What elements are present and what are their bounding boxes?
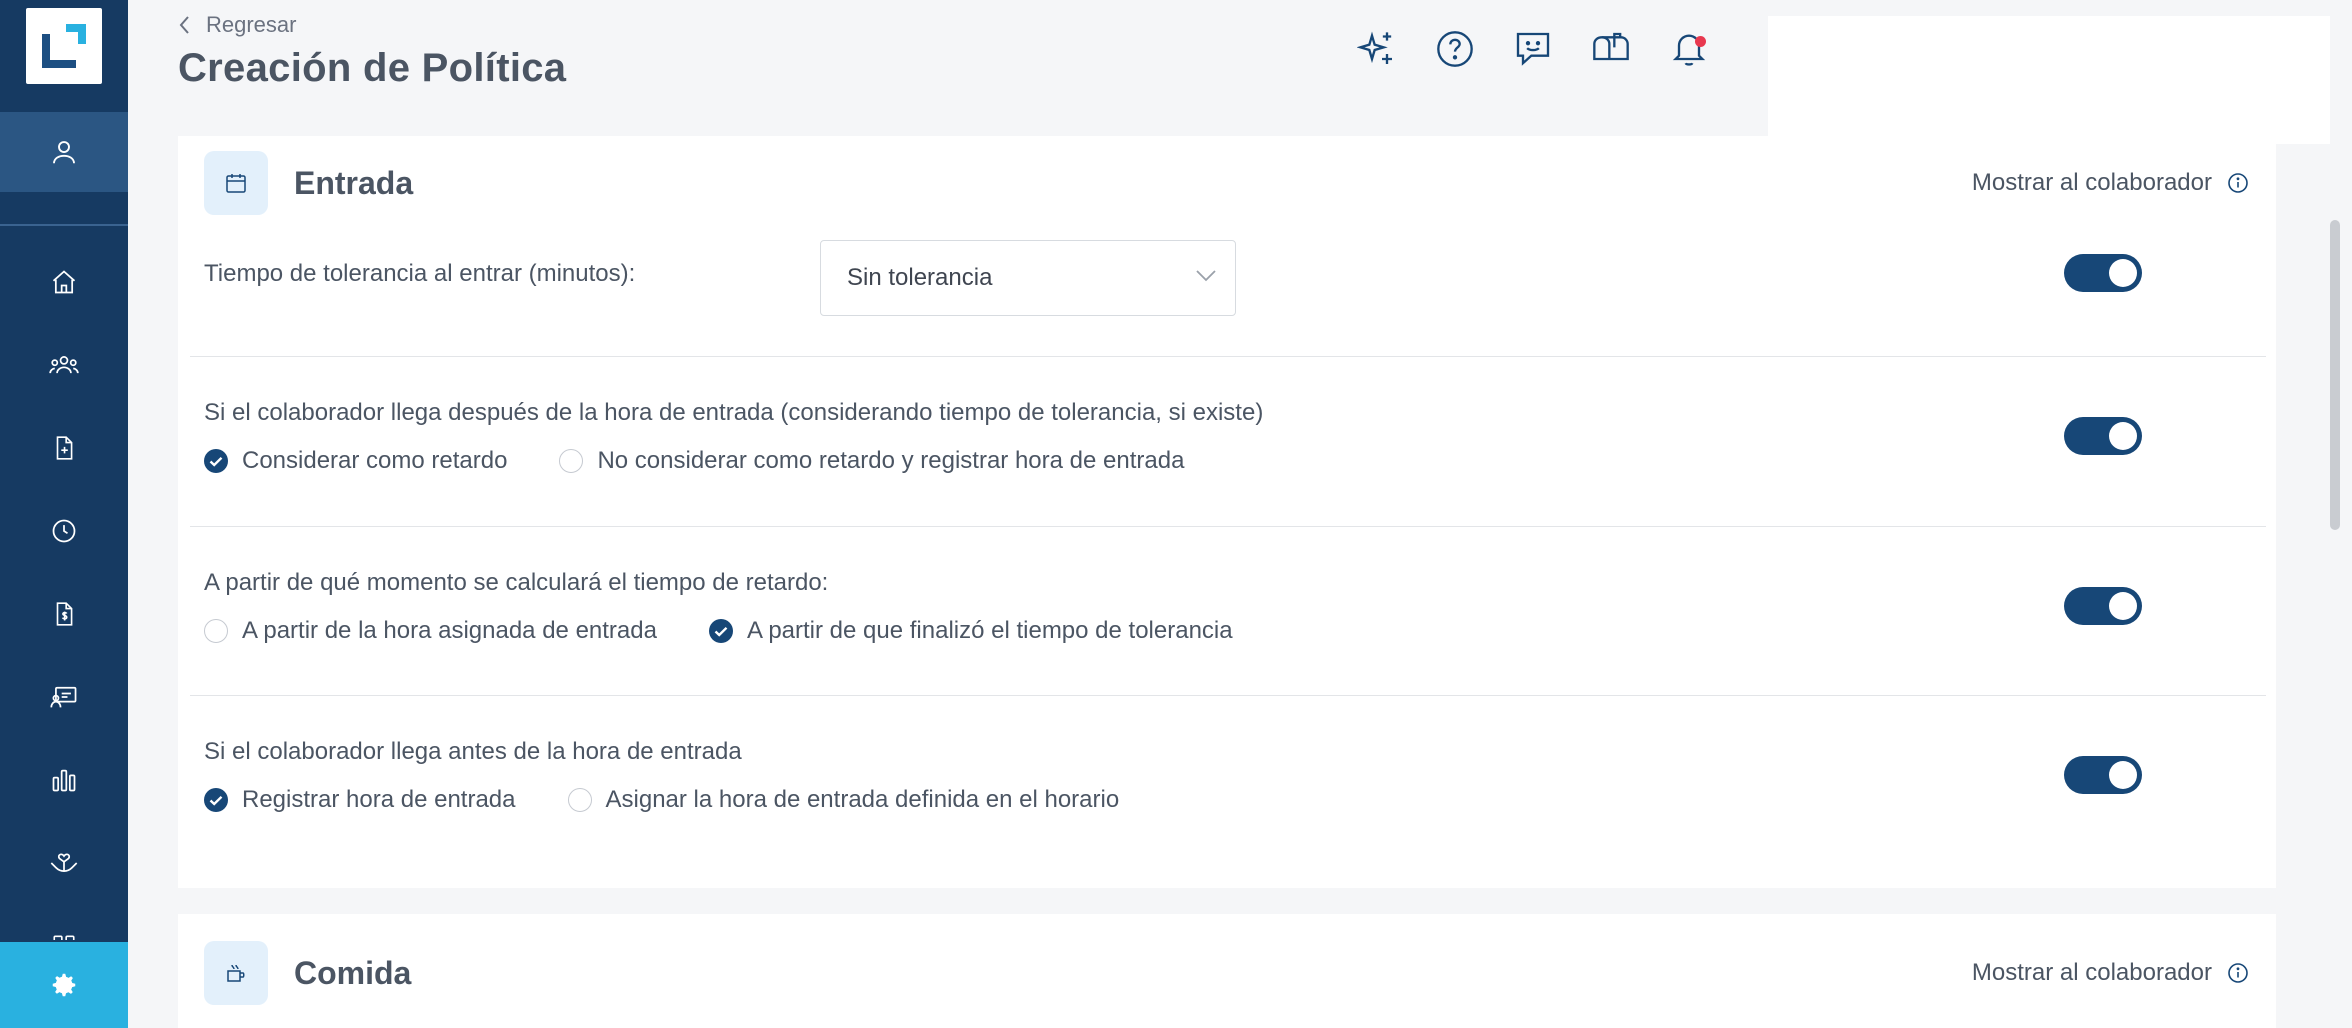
app-logo[interactable] — [26, 8, 102, 84]
sidebar-item-reports[interactable] — [0, 738, 128, 821]
section-comida: Comida Mostrar al colaborador — [178, 914, 2276, 1028]
show-to-collaborator: Mostrar al colaborador — [1972, 959, 2250, 987]
row-late-calc: A partir de qué momento se calculará el … — [190, 526, 2266, 695]
radio-unchecked[interactable] — [559, 449, 584, 473]
option-label: Registrar hora de entrada — [242, 786, 516, 813]
toggle-knob — [2109, 592, 2137, 620]
section-entrada: Entrada Mostrar al colaborador Tiempo de… — [178, 136, 2276, 888]
tolerance-label: Tiempo de tolerancia al entrar (minutos)… — [204, 260, 636, 287]
late-calc-options: A partir de la hora asignada de entrada … — [204, 617, 1233, 645]
team-icon — [49, 355, 79, 373]
sidebar-item-home[interactable] — [0, 240, 128, 323]
option-register-entry[interactable]: Registrar hora de entrada — [204, 786, 516, 814]
radio-unchecked[interactable] — [204, 619, 228, 643]
option-label: A partir de la hora asignada de entrada — [242, 617, 657, 644]
payroll-icon — [56, 601, 73, 626]
sidebar-item-training[interactable] — [0, 655, 128, 738]
feedback-icon — [1516, 32, 1550, 66]
logo-icon — [42, 24, 86, 68]
clock-icon — [52, 519, 76, 542]
check-icon — [209, 456, 223, 467]
option-assign-schedule[interactable]: Asignar la hora de entrada definida en e… — [567, 786, 1120, 814]
toggle-knob — [2109, 259, 2137, 287]
sidebar-item-team[interactable] — [0, 323, 128, 406]
option-label: No considerar como retardo y registrar h… — [597, 447, 1185, 474]
early-arrival-label: Si el colaborador llega antes de la hora… — [204, 738, 742, 765]
option-label: A partir de que finalizó el tiempo de to… — [746, 617, 1233, 644]
check-icon — [209, 795, 223, 806]
option-label: Asignar la hora de entrada definida en e… — [605, 786, 1120, 813]
tolerance-select[interactable]: Sin tolerancia — [820, 240, 1236, 316]
info-icon[interactable] — [2226, 961, 2250, 985]
meal-icon — [227, 964, 245, 982]
help-button[interactable] — [1434, 28, 1476, 70]
radio-checked[interactable] — [204, 449, 228, 473]
option-label: Considerar como retardo — [242, 447, 508, 474]
option-not-late[interactable]: No considerar como retardo y registrar h… — [559, 447, 1184, 475]
bell-icon — [1672, 34, 1706, 66]
check-icon — [714, 626, 728, 637]
late-arrival-label: Si el colaborador llega después de la ho… — [204, 399, 1264, 426]
apps-icon — [53, 934, 75, 940]
header-toolbar — [1356, 28, 1710, 70]
radio-unchecked[interactable] — [567, 788, 592, 812]
sidebar-item-apps[interactable] — [0, 904, 128, 940]
sparkle-icon — [1357, 31, 1392, 64]
option-assigned-time[interactable]: A partir de la hora asignada de entrada — [204, 617, 657, 645]
toggle-late-calc[interactable] — [2064, 587, 2142, 625]
ai-assistant-button[interactable] — [1356, 28, 1398, 70]
toggle-late-arrival[interactable] — [2064, 417, 2142, 455]
sidebar-item-settings[interactable] — [0, 942, 128, 1028]
document-add-icon — [56, 435, 73, 460]
sidebar-item-benefits[interactable] — [0, 821, 128, 904]
sidebar-item-profile[interactable] — [0, 112, 128, 192]
sidebar-divider — [0, 224, 128, 226]
sidebar-item-payroll[interactable] — [0, 572, 128, 655]
early-arrival-options: Registrar hora de entrada Asignar la hor… — [204, 786, 1119, 814]
toggle-early-arrival[interactable] — [2064, 756, 2142, 794]
tolerance-select-value: Sin tolerancia — [847, 264, 993, 291]
user-icon — [53, 141, 75, 164]
toggle-knob — [2109, 761, 2137, 789]
benefits-icon — [50, 853, 78, 872]
mailbox-button[interactable] — [1590, 28, 1632, 70]
training-icon — [50, 686, 77, 707]
sidebar-nav — [0, 240, 128, 940]
radio-checked[interactable] — [708, 619, 733, 643]
late-arrival-options: Considerar como retardo No considerar co… — [204, 447, 1184, 475]
chevron-left-icon — [179, 16, 189, 34]
late-calc-label: A partir de qué momento se calculará el … — [204, 569, 829, 596]
scrollbar-thumb[interactable] — [2330, 220, 2340, 530]
home-icon — [52, 269, 76, 293]
row-late-arrival: Si el colaborador llega después de la ho… — [190, 356, 2266, 526]
option-after-tolerance[interactable]: A partir de que finalizó el tiempo de to… — [708, 617, 1233, 645]
chevron-down-icon — [1196, 270, 1216, 282]
help-icon — [1437, 31, 1473, 67]
toggle-tolerance[interactable] — [2064, 254, 2142, 292]
notification-badge — [1695, 36, 1706, 47]
back-label: Regresar — [206, 12, 297, 37]
back-link[interactable]: Regresar — [178, 12, 296, 38]
page-title: Creación de Política — [178, 46, 567, 90]
show-to-collaborator-label: Mostrar al colaborador — [1971, 959, 2212, 986]
gear-icon — [52, 973, 76, 997]
chart-icon — [52, 769, 76, 791]
section-header: Comida Mostrar al colaborador — [204, 940, 2250, 1006]
sidebar-item-attendance[interactable] — [0, 489, 128, 572]
sidebar — [0, 0, 128, 1028]
toggle-knob — [2109, 422, 2137, 450]
feedback-button[interactable] — [1512, 28, 1554, 70]
row-tolerance: Tiempo de tolerancia al entrar (minutos)… — [190, 136, 2266, 356]
section-icon — [204, 941, 268, 1005]
option-consider-late[interactable]: Considerar como retardo — [204, 447, 507, 475]
radio-checked[interactable] — [204, 788, 228, 812]
mailbox-icon — [1593, 32, 1629, 61]
sidebar-item-documents[interactable] — [0, 406, 128, 489]
section-title: Comida — [294, 954, 412, 991]
notifications-button[interactable] — [1668, 28, 1710, 70]
row-early-arrival: Si el colaborador llega antes de la hora… — [190, 695, 2266, 885]
header-blank-panel — [1768, 16, 2330, 144]
